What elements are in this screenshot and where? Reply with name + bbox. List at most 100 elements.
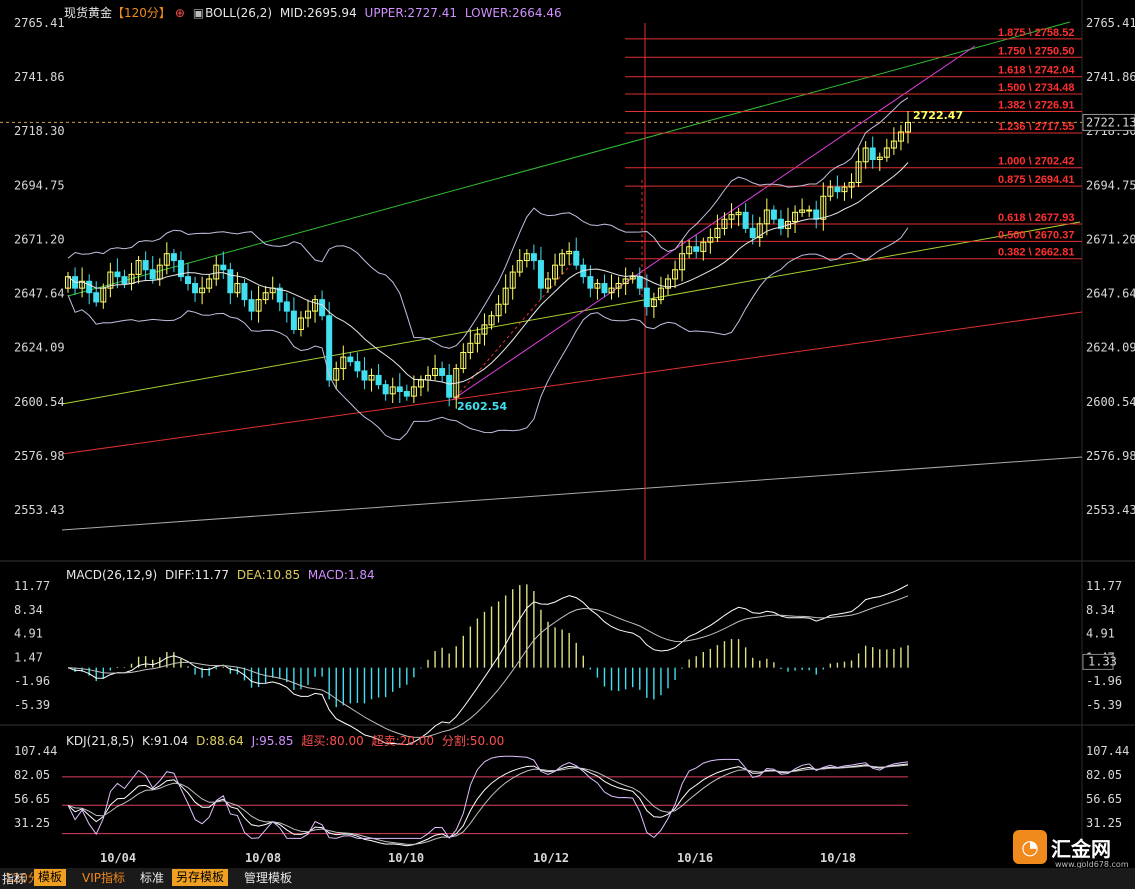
- candle-body: [86, 280, 93, 294]
- y-tick-right: 2553.43: [1086, 503, 1135, 517]
- y-tick-left: 2694.75: [14, 178, 65, 192]
- macd-y-tick-left: 1.47: [14, 650, 43, 664]
- main-legend: 现货黄金【120分】 ⊕ ▣BOLL(26,2) MID:2695.94 UPPE…: [64, 4, 566, 21]
- macd-legend: MACD(26,12,9) DIFF:11.77 DEA:10.85 MACD:…: [66, 568, 379, 582]
- boll-mid: MID:2695.94: [279, 6, 357, 20]
- y-tick-right: 2694.75: [1086, 178, 1135, 192]
- y-tick-right: 2576.98: [1086, 449, 1135, 463]
- x-tick: 10/18: [820, 851, 856, 865]
- kdj-y-tick-left: 82.05: [14, 768, 50, 782]
- candle-body: [813, 209, 820, 220]
- logo-icon: ◔: [1013, 830, 1047, 864]
- tab-manage-template[interactable]: 管理模板: [240, 869, 296, 886]
- y-tick-right: 2624.09: [1086, 341, 1135, 355]
- kdj-y-tick-right: 31.25: [1086, 816, 1122, 830]
- x-tick: 10/08: [245, 851, 281, 865]
- macd-y-tick-right: 11.77: [1086, 579, 1122, 593]
- kdj-y-tick-right: 107.44: [1086, 744, 1129, 758]
- candle-body: [354, 361, 361, 372]
- candle-body: [170, 253, 177, 262]
- candle-body: [283, 301, 290, 312]
- kdj-y-tick-left: 31.25: [14, 816, 50, 830]
- candle-body: [319, 299, 326, 317]
- current-price-label: 2722.13: [1086, 115, 1135, 129]
- tab-indicator[interactable]: 指标: [2, 870, 26, 887]
- y-tick-right: 2765.41: [1086, 16, 1135, 30]
- kdj-y-tick-right: 56.65: [1086, 792, 1122, 806]
- candle-body: [192, 283, 199, 294]
- kdj-k: K:91.04: [142, 734, 189, 748]
- y-tick-left: 2600.54: [14, 395, 65, 409]
- y-tick-right: 2600.54: [1086, 395, 1135, 409]
- fibonacci-layer: 1.875 \ 2758.52 1.750 \ 2750.50 1.618 \ 27…: [625, 27, 1082, 260]
- candle-body: [530, 253, 537, 262]
- candle-body: [770, 209, 777, 220]
- candle-body: [601, 283, 608, 294]
- candle-body: [347, 356, 354, 363]
- candle-body: [439, 368, 446, 376]
- fib-level-label: 1.500 \ 2734.48: [998, 82, 1074, 94]
- y-tick-left: 2647.64: [14, 287, 65, 301]
- kdj-y-tick-right: 82.05: [1086, 768, 1122, 782]
- candle-body: [749, 227, 756, 239]
- macd-y-tick-left: 4.91: [14, 627, 43, 641]
- macd-y-tick-left: 11.77: [14, 579, 50, 593]
- candle-body: [185, 276, 191, 285]
- candle-body: [149, 269, 156, 280]
- kdj-label[interactable]: KDJ(21,8,5): [66, 734, 134, 748]
- macd-diff: DIFF:11.77: [164, 568, 230, 582]
- kdj-j: J:95.85: [251, 734, 294, 748]
- fib-level-label: 0.618 \ 2677.93: [998, 212, 1074, 224]
- y-tick-right: 2671.20: [1086, 232, 1135, 246]
- fib-level-label: 1.000 \ 2702.42: [998, 156, 1074, 168]
- trendline-gray: [61, 456, 1083, 531]
- trendline-red: [61, 311, 1083, 455]
- candle-body: [869, 147, 876, 160]
- candle-body: [742, 211, 749, 229]
- low-price-label: 2602.54: [457, 400, 507, 413]
- macd-y-tick-left: 8.34: [14, 603, 43, 617]
- candles-layer: [65, 110, 911, 409]
- candle-body: [643, 287, 650, 308]
- candle-body: [227, 269, 234, 294]
- macd-diff-line: [67, 584, 909, 746]
- tab-standard[interactable]: 标准: [136, 869, 168, 886]
- macd-dea: DEA:10.85: [236, 568, 301, 582]
- macd-label[interactable]: MACD(26,12,9): [66, 568, 157, 582]
- candle-body: [834, 186, 841, 193]
- circle-plus-icon[interactable]: ⊕: [175, 6, 185, 20]
- candle-body: [241, 283, 248, 301]
- boll-label[interactable]: BOLL(26,2): [205, 6, 272, 20]
- trendline-lime: [61, 221, 1081, 405]
- candle-body: [290, 310, 297, 330]
- boll-upper: UPPER:2727.41: [364, 6, 458, 20]
- fib-level-label: 0.382 \ 2662.81: [998, 247, 1074, 259]
- bollinger-layer: [67, 97, 909, 441]
- boll-icon: ▣: [192, 6, 205, 20]
- candle-body: [573, 250, 580, 266]
- kdj-j-line: [67, 755, 909, 839]
- fib-level-label: 0.500 \ 2670.37: [998, 229, 1074, 241]
- tab-save-template[interactable]: 另存模板: [172, 869, 229, 886]
- y-tick-left: 2624.09: [14, 341, 65, 355]
- kdj-d: D:88.64: [196, 734, 244, 748]
- tab-template[interactable]: 模板: [34, 869, 67, 886]
- kdj-y-tick-left: 56.65: [14, 792, 50, 806]
- boll-mid-band: [67, 162, 909, 385]
- tab-vip-indicator[interactable]: VIP指标: [78, 869, 129, 886]
- fib-level-label: 1.382 \ 2726.91: [998, 99, 1074, 111]
- kdj-layer: [62, 755, 909, 847]
- fib-level-label: 1.750 \ 2750.50: [998, 45, 1074, 57]
- candle-body: [114, 271, 121, 278]
- x-tick: 10/04: [100, 851, 136, 865]
- macd-y-tick-left: -1.96: [14, 674, 50, 688]
- y-tick-left: 2671.20: [14, 232, 65, 246]
- fib-level-label: 0.875 \ 2694.41: [998, 174, 1074, 186]
- x-tick: 10/12: [533, 851, 569, 865]
- macd-y-tick-right: 8.34: [1086, 603, 1115, 617]
- symbol-name: 现货黄金: [64, 6, 113, 20]
- y-tick-right: 2647.64: [1086, 287, 1135, 301]
- period-label[interactable]: 【120分】: [112, 6, 171, 20]
- kdj-legend: KDJ(21,8,5) K:91.04 D:88.64 J:95.85 超买:8…: [66, 732, 508, 749]
- candle-body: [93, 292, 100, 303]
